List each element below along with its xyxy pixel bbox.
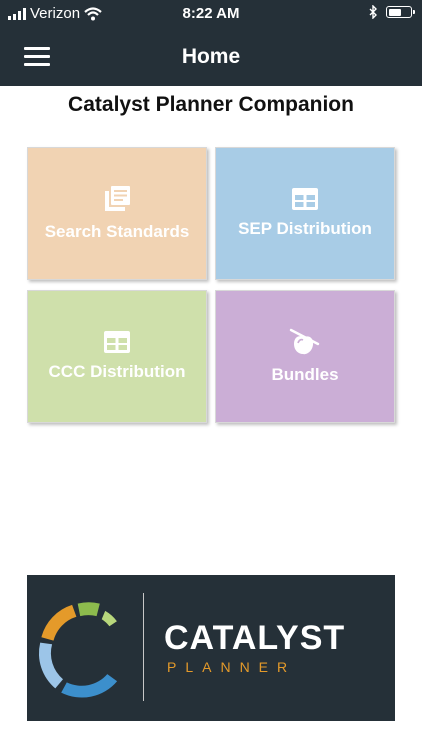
app-title: Catalyst Planner Companion	[68, 93, 354, 116]
document-list-icon	[105, 186, 130, 211]
tile-label: CCC Distribution	[48, 362, 186, 381]
tile-label: Search Standards	[44, 222, 190, 241]
page-title: Home	[181, 45, 241, 68]
battery-icon	[386, 6, 415, 18]
status-bar: Verizon 8:22 AM	[0, 0, 422, 30]
grid-table-icon	[292, 188, 318, 210]
brand-name-catalyst: CATALYST	[164, 619, 346, 657]
sep-distribution-tile[interactable]: SEP Distribution	[215, 147, 395, 280]
status-right	[369, 5, 415, 19]
bundle-icon	[289, 328, 320, 355]
tile-label: Bundles	[271, 365, 339, 384]
grid-table-icon	[104, 331, 130, 353]
catalyst-logo-icon	[38, 602, 118, 698]
nav-bar: Home	[0, 30, 422, 86]
tile-label: SEP Distribution	[238, 219, 372, 238]
ccc-distribution-tile[interactable]: CCC Distribution	[27, 290, 207, 423]
brand-name-planner: PLANNER	[167, 659, 297, 675]
bundles-tile[interactable]: Bundles	[215, 290, 395, 423]
banner-divider	[143, 593, 144, 701]
catalyst-planner-banner: CATALYST PLANNER	[27, 575, 395, 721]
bluetooth-icon	[369, 5, 377, 19]
search-standards-tile[interactable]: Search Standards	[27, 147, 207, 280]
status-time: 8:22 AM	[182, 5, 240, 22]
